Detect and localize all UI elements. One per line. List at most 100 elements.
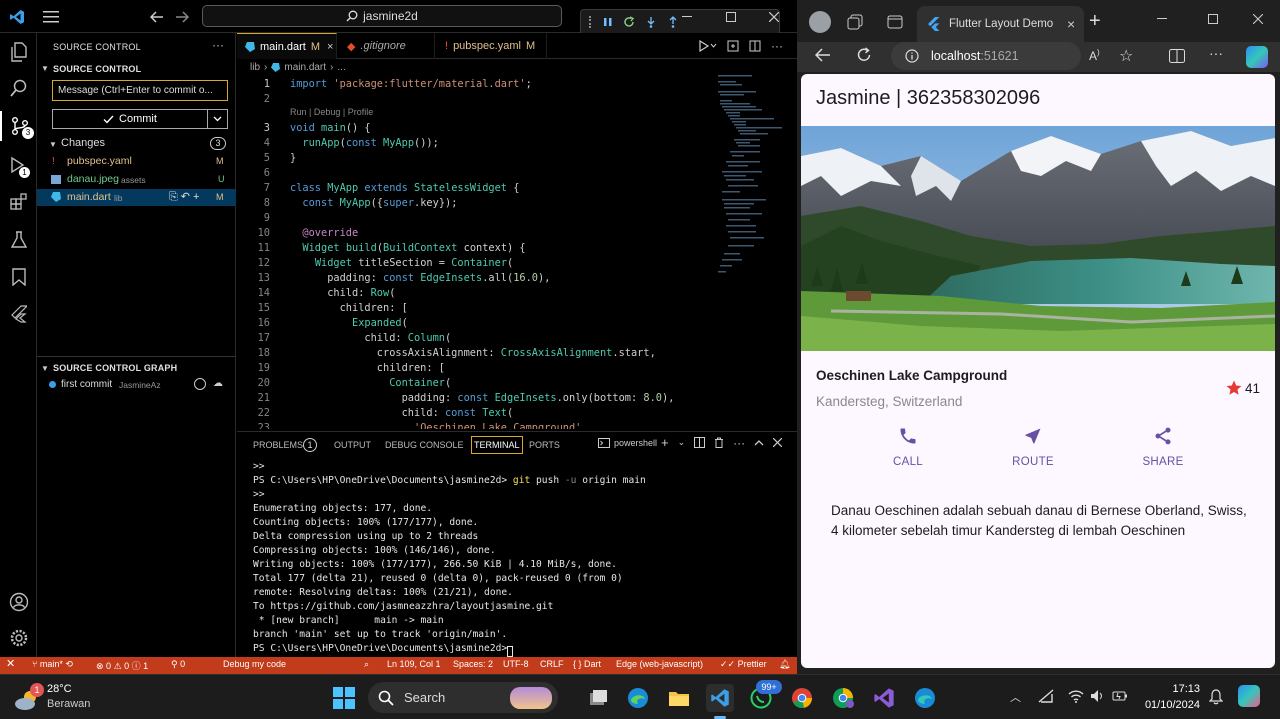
- notification-bell-icon[interactable]: [1209, 689, 1223, 705]
- browser-close-icon[interactable]: [1253, 14, 1263, 24]
- code-line[interactable]: 16 Expanded(: [237, 316, 717, 331]
- split-terminal-icon[interactable]: [694, 437, 706, 448]
- target-icon[interactable]: [194, 378, 206, 390]
- compare-changes-icon[interactable]: [727, 40, 739, 52]
- profile-avatar[interactable]: [809, 11, 831, 33]
- tab-gitignore[interactable]: ◆ .gitignore: [339, 33, 435, 59]
- terminal-dropdown-icon[interactable]: ⌄: [678, 437, 686, 448]
- forward-arrow-icon[interactable]: [173, 8, 191, 26]
- account-icon[interactable]: [0, 587, 37, 617]
- tab-problems[interactable]: PROBLEMS: [253, 440, 303, 450]
- branch-indicator[interactable]: ⑂ main* ⟲: [32, 659, 73, 670]
- code-line[interactable]: 12 Widget titleSection = Container(: [237, 256, 717, 271]
- code-line[interactable]: 5}: [237, 151, 717, 166]
- route-button[interactable]: ROUTE: [1003, 426, 1063, 474]
- explorer-icon[interactable]: [0, 37, 37, 67]
- edge-taskbar-icon[interactable]: [624, 684, 652, 712]
- code-line[interactable]: 18 crossAxisAlignment: CrossAxisAlignmen…: [237, 346, 717, 361]
- list-item[interactable]: main.dart lib ⎘↶+ M: [37, 189, 236, 206]
- code-line[interactable]: 6: [237, 166, 717, 181]
- tab-main-dart[interactable]: main.dart M ×: [237, 33, 337, 59]
- breadcrumb-more[interactable]: ...: [337, 62, 345, 73]
- run-debug-icon[interactable]: 1: [0, 150, 37, 180]
- search-view-icon[interactable]: [0, 73, 37, 103]
- volume-icon[interactable]: [1090, 689, 1104, 703]
- code-line[interactable]: 19 children: [: [237, 361, 717, 376]
- graph-chevron-icon[interactable]: ▼: [41, 364, 49, 373]
- code-line[interactable]: 9: [237, 211, 717, 226]
- code-line[interactable]: 23 'Oeschinen Lake Campground',: [237, 421, 717, 429]
- code-line[interactable]: 15 children: [: [237, 301, 717, 316]
- browser-menu-icon[interactable]: ···: [1209, 45, 1223, 61]
- remote-icon[interactable]: ✕: [6, 657, 15, 670]
- drag-handle-icon[interactable]: [589, 16, 593, 28]
- code-editor[interactable]: lib › main.dart › ... 1 import 'package:flu…: [237, 59, 797, 429]
- refresh-icon[interactable]: [856, 47, 872, 63]
- encoding[interactable]: UTF-8: [503, 659, 529, 669]
- code-line[interactable]: 20 Container(: [237, 376, 717, 391]
- tab-pubspec-yaml[interactable]: ! pubspec.yaml M: [437, 33, 547, 59]
- end-of-line[interactable]: CRLF: [540, 659, 564, 669]
- breadcrumb-file[interactable]: main.dart: [284, 62, 326, 73]
- indentation[interactable]: Spaces: 2: [453, 659, 493, 669]
- problems-indicator[interactable]: ⊗ 0 ⚠ 0 ⓘ 1: [96, 659, 148, 672]
- workspaces-icon[interactable]: [847, 14, 863, 30]
- wifi-icon[interactable]: [1068, 689, 1084, 703]
- commit-message-input[interactable]: Message (Ctrl+Enter to commit o...: [52, 80, 228, 101]
- cloud-icon[interactable]: ☁: [213, 378, 223, 389]
- menu-icon[interactable]: [40, 8, 62, 26]
- code-line[interactable]: 7 class MyApp extends StatelessWidget {: [237, 181, 717, 196]
- prettier-status[interactable]: ✓✓ Prettier: [720, 659, 767, 670]
- tab-ports[interactable]: PORTS: [529, 440, 560, 450]
- visual-studio-icon[interactable]: [870, 684, 898, 712]
- code-line[interactable]: 13 padding: const EdgeInsets.all(16.0),: [237, 271, 717, 286]
- command-center-search[interactable]: jasmine2d: [202, 5, 562, 27]
- code-line[interactable]: 14 child: Row(: [237, 286, 717, 301]
- more-actions-icon[interactable]: ···: [212, 38, 224, 52]
- browser-minimize-icon[interactable]: [1157, 13, 1167, 23]
- favorite-star-icon[interactable]: ☆: [1119, 46, 1133, 66]
- trash-icon[interactable]: [714, 437, 724, 448]
- changes-label[interactable]: Changes: [61, 137, 105, 149]
- zoom-icon[interactable]: ⌕: [364, 659, 369, 670]
- close-icon[interactable]: [763, 8, 785, 26]
- back-arrow-icon[interactable]: [148, 8, 166, 26]
- clock-date[interactable]: 01/10/2024: [1130, 699, 1200, 711]
- copilot-icon[interactable]: [1246, 46, 1268, 68]
- new-tab-icon[interactable]: +: [1089, 10, 1101, 33]
- code-line[interactable]: 8 const MyApp({super.key});: [237, 196, 717, 211]
- tab-debug-console[interactable]: DEBUG CONSOLE: [385, 440, 464, 450]
- code-line[interactable]: 22 child: const Text(: [237, 406, 717, 421]
- weather-temp[interactable]: 28°C: [47, 683, 72, 695]
- chrome-icon[interactable]: [788, 684, 816, 712]
- browser-back-icon[interactable]: [815, 48, 831, 62]
- new-terminal-icon[interactable]: +: [661, 435, 669, 450]
- code-line[interactable]: 17 child: Column(: [237, 331, 717, 346]
- more-editor-actions-icon[interactable]: ···: [771, 39, 783, 53]
- codelens[interactable]: Run | Debug | Profile: [290, 107, 373, 119]
- maximize-panel-icon[interactable]: [754, 439, 764, 446]
- start-button[interactable]: [330, 684, 358, 712]
- code-line[interactable]: 3 void main() {: [237, 121, 717, 136]
- pause-icon[interactable]: [603, 17, 613, 27]
- flutter-icon[interactable]: [0, 299, 37, 329]
- tab-output[interactable]: OUTPUT: [334, 440, 371, 450]
- step-over-icon[interactable]: [645, 16, 657, 28]
- commit-button[interactable]: Commit: [52, 109, 228, 129]
- clock-time[interactable]: 17:13: [1140, 683, 1200, 695]
- browser-tab-active[interactable]: Flutter Layout Demo ×: [917, 6, 1084, 42]
- ports-indicator[interactable]: ⚲ 0: [171, 659, 185, 670]
- terminal-shell-selector[interactable]: powershell: [598, 438, 657, 448]
- show-hidden-icons-chevron-icon[interactable]: ︿: [1010, 689, 1021, 705]
- tab-actions-icon[interactable]: [887, 14, 903, 30]
- debug-config[interactable]: Debug my code: [223, 659, 286, 669]
- code-line[interactable]: 21 padding: const EdgeInsets.only(bottom…: [237, 391, 717, 406]
- run-dropdown-icon[interactable]: [699, 40, 717, 52]
- code-line[interactable]: 11 Widget build(BuildContext context) {: [237, 241, 717, 256]
- extensions-icon[interactable]: [0, 187, 37, 217]
- split-editor-icon[interactable]: [749, 40, 761, 52]
- list-item[interactable]: ! pubspec.yaml M: [37, 153, 236, 170]
- code-line[interactable]: 4 runApp(const MyApp());: [237, 136, 717, 151]
- maximize-icon[interactable]: [720, 8, 742, 26]
- code-line[interactable]: 1 import 'package:flutter/material.dart';: [237, 77, 717, 92]
